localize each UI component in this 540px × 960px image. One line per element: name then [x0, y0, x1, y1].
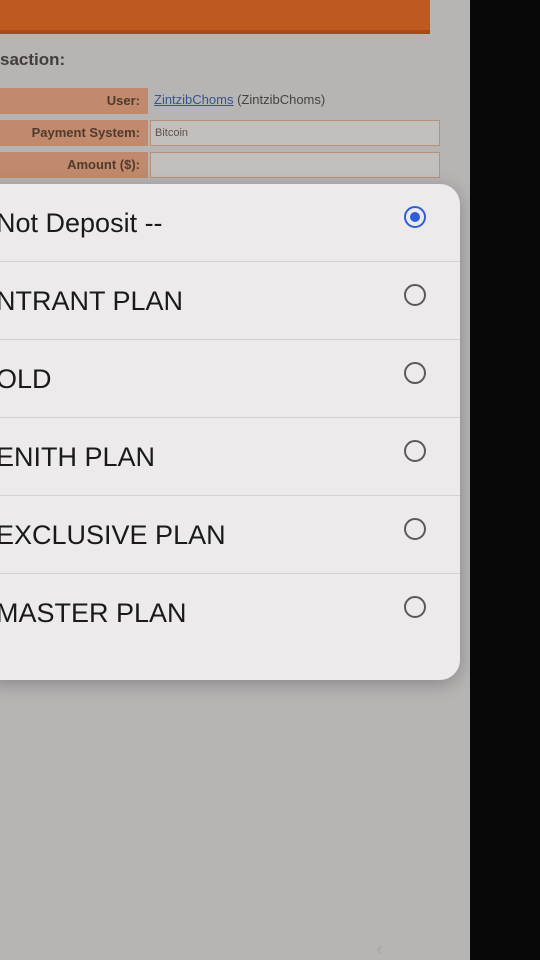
device-bezel	[470, 0, 540, 960]
option-label: EXCLUSIVE PLAN	[0, 520, 226, 550]
option-entrant-plan[interactable]: NTRANT PLAN	[0, 262, 460, 340]
option-exclusive-plan[interactable]: EXCLUSIVE PLAN	[0, 496, 460, 574]
option-label: NTRANT PLAN	[0, 286, 184, 316]
radio-unselected-icon[interactable]	[404, 518, 426, 540]
radio-unselected-icon[interactable]	[404, 596, 426, 618]
option-label: OLD	[0, 364, 52, 394]
app-screen: saction: User: ZintzibChoms (ZintzibChom…	[0, 0, 470, 960]
radio-unselected-icon[interactable]	[404, 362, 426, 384]
option-label: Not Deposit --	[0, 208, 163, 238]
radio-unselected-icon[interactable]	[404, 440, 426, 462]
radio-unselected-icon[interactable]	[404, 284, 426, 306]
radio-selected-icon[interactable]	[404, 206, 426, 228]
option-not-deposit[interactable]: Not Deposit --	[0, 184, 460, 262]
option-master-plan[interactable]: MASTER PLAN	[0, 574, 460, 652]
plan-select-dialog: Not Deposit -- NTRANT PLAN OLD ENITH PLA…	[0, 184, 460, 680]
chevron-left-icon[interactable]: ‹	[376, 936, 383, 960]
option-zenith-plan[interactable]: ENITH PLAN	[0, 418, 460, 496]
option-gold[interactable]: OLD	[0, 340, 460, 418]
option-label: MASTER PLAN	[0, 598, 187, 628]
option-label: ENITH PLAN	[0, 442, 156, 472]
